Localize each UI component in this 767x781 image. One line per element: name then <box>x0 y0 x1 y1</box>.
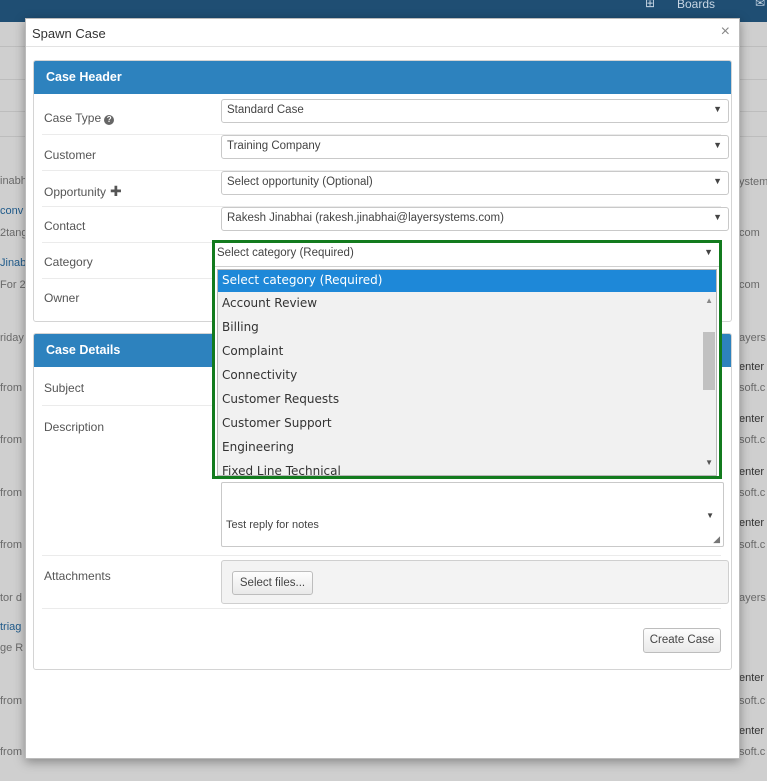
chevron-down-icon: ▼ <box>713 212 722 222</box>
contact-label: Contact <box>44 219 86 233</box>
opportunity-select[interactable]: Select opportunity (Optional) ▼ <box>221 171 729 195</box>
close-icon[interactable]: × <box>721 23 730 41</box>
bg-text: For 22 <box>0 279 26 291</box>
bg-text: from <box>0 434 22 446</box>
description-text: Test reply for notes <box>226 519 319 531</box>
attachments-row: Attachments Select files... <box>42 556 729 609</box>
attachments-label: Attachments <box>44 569 111 583</box>
scroll-down-icon[interactable]: ▼ <box>705 458 713 467</box>
bg-text: 2tang <box>0 227 26 239</box>
chevron-down-icon: ▼ <box>713 176 722 186</box>
bg-text: ystem <box>739 176 767 188</box>
category-option[interactable]: Select category (Required) <box>218 270 716 292</box>
bg-text: inabh <box>0 175 26 187</box>
add-opportunity-icon[interactable]: ✚ <box>110 183 122 199</box>
bg-text: soft.c <box>739 539 766 551</box>
boards-icon[interactable]: ⊞ <box>645 0 655 9</box>
bg-text: ayers <box>739 592 766 604</box>
chevron-down-icon: ▼ <box>713 140 722 150</box>
bg-text: soft.c <box>739 382 766 394</box>
bg-text: enter <box>739 413 765 425</box>
bg-text: com <box>739 279 760 291</box>
contact-row: Contact Rakesh Jinabhai (rakesh.jinabhai… <box>42 207 729 243</box>
bg-text: soft.c <box>739 746 766 758</box>
case-type-label: Case Type? <box>44 111 115 125</box>
category-label: Category <box>44 255 93 269</box>
dialog-header: Spawn Case × <box>26 19 739 47</box>
category-option[interactable]: Account Review <box>218 292 716 316</box>
bg-text: enter <box>739 517 765 529</box>
attachments-dropzone[interactable]: Select files... <box>221 560 729 604</box>
chevron-down-icon: ▼ <box>704 247 713 257</box>
bg-text: enter <box>739 466 765 478</box>
bg-text: from <box>0 382 22 394</box>
customer-label: Customer <box>44 148 97 162</box>
bg-text: from <box>0 539 22 551</box>
bg-link[interactable]: triag <box>0 621 26 633</box>
category-option[interactable]: Billing <box>218 316 716 340</box>
subject-label: Subject <box>44 381 85 395</box>
category-option[interactable]: Fixed Line Technical <box>218 460 716 475</box>
create-case-button[interactable]: Create Case <box>643 628 721 653</box>
case-header-title: Case Header <box>34 61 731 94</box>
case-type-row: Case Type? Standard Case ▼ <box>42 99 729 135</box>
bg-text: riday <box>0 332 24 344</box>
options-scrollbar[interactable] <box>702 292 716 475</box>
bg-link[interactable]: Jinab <box>0 257 26 269</box>
bg-text: soft.c <box>739 434 766 446</box>
category-option[interactable]: Connectivity <box>218 364 716 388</box>
owner-label: Owner <box>44 291 80 305</box>
select-files-button[interactable]: Select files... <box>232 571 313 595</box>
scrollbar-thumb[interactable] <box>703 332 715 390</box>
category-option[interactable]: Customer Support <box>218 412 716 436</box>
customer-row: Customer Training Company ▼ <box>42 135 729 171</box>
help-icon[interactable]: ? <box>104 115 115 125</box>
bg-text: tor d <box>0 592 23 604</box>
contact-select[interactable]: Rakesh Jinabhai (rakesh.jinabhai@layersy… <box>221 207 729 231</box>
bg-text: from <box>0 695 22 707</box>
bg-text: ayers <box>739 332 766 344</box>
dialog-title: Spawn Case <box>32 26 106 41</box>
bg-text: ge R <box>0 642 24 654</box>
description-textarea[interactable]: Test reply for notes ▼ ◢ <box>221 482 724 547</box>
category-option[interactable]: Customer Requests <box>218 388 716 412</box>
category-dropdown[interactable]: Select category (Required) ▼ Select cate… <box>212 240 722 479</box>
case-type-select[interactable]: Standard Case ▼ <box>221 99 729 123</box>
chevron-down-icon: ▼ <box>713 104 722 114</box>
opportunity-row: Opportunity ✚ Select opportunity (Optiona… <box>42 171 729 207</box>
category-option[interactable]: Engineering <box>218 436 716 460</box>
bg-text: enter <box>739 725 765 737</box>
resize-handle-icon[interactable]: ◢ <box>713 534 720 545</box>
boards-link[interactable]: Boards <box>677 0 715 10</box>
scroll-down-icon[interactable]: ▼ <box>706 511 714 520</box>
bg-text: from <box>0 487 22 499</box>
description-label: Description <box>44 420 105 434</box>
comment-icon[interactable]: ✉ <box>755 0 765 9</box>
opportunity-label: Opportunity ✚ <box>44 183 122 199</box>
category-options-list[interactable]: Select category (Required) Account Revie… <box>217 269 717 476</box>
customer-select[interactable]: Training Company ▼ <box>221 135 729 159</box>
scroll-up-icon[interactable]: ▲ <box>705 296 713 305</box>
category-select[interactable]: Select category (Required) ▼ <box>215 243 719 267</box>
bg-text: com <box>739 227 760 239</box>
bg-text: soft.c <box>739 695 766 707</box>
bg-link[interactable]: conv <box>0 205 26 217</box>
category-option[interactable]: Complaint <box>218 340 716 364</box>
bg-text: enter <box>739 672 765 684</box>
bg-text: enter <box>739 361 765 373</box>
bg-text: soft.c <box>739 487 766 499</box>
bg-text: from <box>0 746 22 758</box>
